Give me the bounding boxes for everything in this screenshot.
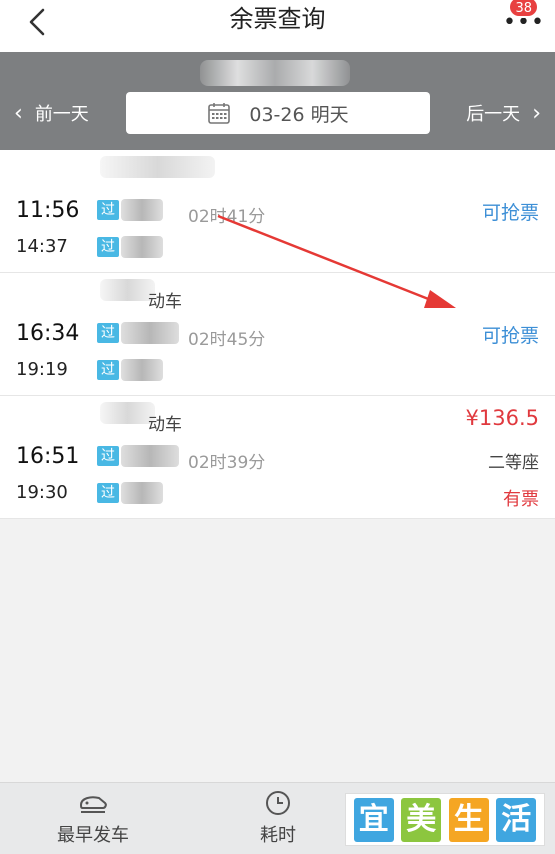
train-list: 11:56 过 02时41分 可抢票 14:37 过 动车 16:34 过 02…	[0, 150, 555, 519]
train-row[interactable]: 动车 ¥136.5 16:51 过 02时39分 二等座 19:30 过 有票	[0, 396, 555, 519]
route-title-redacted	[200, 60, 350, 86]
arrival-time: 19:19	[16, 359, 68, 380]
train-icon	[79, 796, 107, 813]
arrival-station-redacted	[121, 359, 163, 381]
app-root: 余票查询 ••• 38 ‹ 前一天 03-26 明天 后一天 › 11:56 过…	[0, 0, 555, 854]
departure-time: 16:51	[16, 444, 80, 469]
notification-badge: 38	[508, 0, 539, 18]
duration: 02时45分	[188, 330, 266, 350]
date-text: 03-26 明天	[249, 103, 349, 126]
train-number-redacted	[100, 279, 155, 301]
pass-through-tag: 过	[97, 200, 119, 220]
train-row[interactable]: 11:56 过 02时41分 可抢票 14:37 过	[0, 150, 555, 273]
pass-through-tag: 过	[97, 237, 119, 257]
arrival-station-redacted	[121, 482, 163, 504]
train-type: 动车	[148, 292, 182, 312]
logo-char: 宜	[353, 797, 394, 842]
next-day-label: 后一天	[466, 104, 521, 125]
departure-time: 16:34	[16, 321, 80, 346]
arrival-time: 14:37	[16, 236, 68, 257]
next-day-button[interactable]: 后一天 ›	[466, 98, 541, 128]
grab-ticket-link[interactable]: 可抢票	[482, 198, 539, 225]
duration: 02时41分	[188, 207, 266, 227]
departure-time: 11:56	[16, 198, 80, 223]
seat-class: 二等座	[488, 453, 539, 473]
pass-through-tag: 过	[97, 360, 119, 380]
pass-through-tag: 过	[97, 446, 119, 466]
logo-char: 美	[401, 797, 442, 842]
sort-earliest-departure-button[interactable]: 最早发车	[48, 789, 138, 847]
clock-icon	[266, 791, 290, 815]
grab-ticket-link[interactable]: 可抢票	[482, 321, 539, 348]
train-number-redacted	[100, 402, 155, 424]
arrival-time: 19:30	[16, 482, 68, 503]
sort-duration-button[interactable]: 耗时	[238, 789, 318, 847]
chevron-right-icon: ›	[532, 100, 541, 126]
logo-char: 生	[448, 797, 489, 842]
page-title: 余票查询	[229, 5, 326, 33]
date-picker[interactable]: 03-26 明天	[126, 92, 430, 134]
calendar-icon	[208, 103, 231, 124]
train-row[interactable]: 动车 16:34 过 02时45分 可抢票 19:19 过	[0, 273, 555, 396]
departure-station-redacted	[121, 445, 179, 467]
departure-station-redacted	[121, 322, 179, 344]
prev-day-label: 前一天	[34, 104, 89, 125]
duration: 02时39分	[188, 453, 266, 473]
train-type: 动车	[148, 415, 182, 435]
ticket-availability: 有票	[503, 489, 539, 510]
prev-day-button[interactable]: ‹ 前一天	[14, 98, 89, 128]
more-button[interactable]: ••• 38	[499, 0, 544, 44]
watermark-logo: 宜 美 生 活	[345, 793, 545, 846]
departure-station-redacted	[121, 199, 163, 221]
arrival-station-redacted	[121, 236, 163, 258]
tab-label: 最早发车	[57, 825, 129, 846]
tab-label: 耗时	[260, 825, 296, 846]
pass-through-tag: 过	[97, 323, 119, 343]
logo-char: 活	[496, 797, 537, 842]
chevron-left-icon: ‹	[14, 100, 23, 126]
pass-through-tag: 过	[97, 483, 119, 503]
ticket-price: ¥136.5	[465, 406, 539, 430]
header: 余票查询 ••• 38	[0, 0, 555, 52]
train-number-redacted	[100, 156, 215, 178]
date-bar: ‹ 前一天 03-26 明天 后一天 ›	[0, 52, 555, 150]
